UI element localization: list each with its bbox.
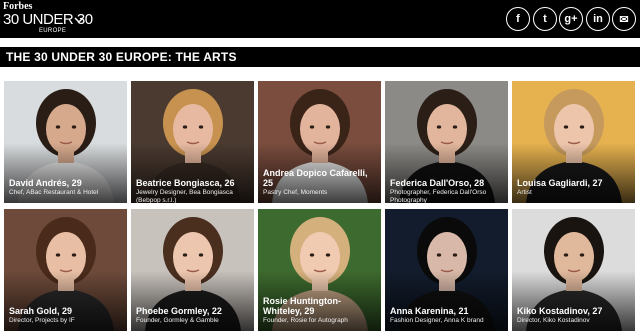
person-name[interactable]: Andrea Dopico Cafarelli, 25 bbox=[263, 168, 379, 188]
email-icon[interactable]: ✉ bbox=[612, 7, 636, 31]
section-header: THE 30 UNDER 30 EUROPE: THE ARTS bbox=[0, 47, 640, 67]
person-role: Fashion Designer, Anna K brand bbox=[390, 317, 484, 324]
person-name[interactable]: Federica Dall'Orso, 28 bbox=[390, 178, 506, 188]
person-role: Photographer, Federica Dall'Orso Photogr… bbox=[390, 189, 487, 203]
person-card[interactable]: Anna Karenina, 21 Fashion Designer, Anna … bbox=[385, 209, 508, 331]
google-plus-icon[interactable]: g+ bbox=[559, 7, 583, 31]
facebook-icon[interactable]: f bbox=[506, 7, 530, 31]
person-role: Pastry Chef, Moments bbox=[263, 189, 328, 196]
person-card[interactable]: Sarah Gold, 29 Director, Projects by IF bbox=[4, 209, 127, 331]
person-role: Founder, Rosie for Autograph bbox=[263, 317, 348, 324]
person-name[interactable]: Beatrice Bongiasca, 26 bbox=[136, 178, 252, 188]
person-name[interactable]: David Andrés, 29 bbox=[9, 178, 125, 188]
chevron-down-icon[interactable] bbox=[74, 15, 84, 25]
person-role: Director, Kiko Kostadinov bbox=[517, 317, 590, 324]
person-name[interactable]: Rosie Huntington-Whiteley, 29 bbox=[263, 296, 379, 316]
person-card[interactable]: Andrea Dopico Cafarelli, 25 Pastry Chef, … bbox=[258, 81, 381, 203]
section-title: THE 30 UNDER 30 EUROPE: THE ARTS bbox=[6, 50, 237, 64]
top-bar: Forbes 30 UNDER 30 EUROPE f t g+ in ✉ bbox=[0, 0, 640, 38]
person-role: Director, Projects by IF bbox=[9, 317, 75, 324]
person-card[interactable]: David Andrés, 29 Chef, ABac Restaurant & … bbox=[4, 81, 127, 203]
person-card[interactable]: Rosie Huntington-Whiteley, 29 Founder, Ro… bbox=[258, 209, 381, 331]
person-card[interactable]: Federica Dall'Orso, 28 Photographer, Fede… bbox=[385, 81, 508, 203]
person-role: Jewelry Designer, Bea Bongiasca (Bebpop … bbox=[136, 189, 233, 203]
person-card[interactable]: Beatrice Bongiasca, 26 Jewelry Designer, … bbox=[131, 81, 254, 203]
logo-region: EUROPE bbox=[39, 28, 67, 34]
person-name[interactable]: Anna Karenina, 21 bbox=[390, 306, 506, 316]
person-role: Chef, ABac Restaurant & Hotel bbox=[9, 189, 99, 196]
person-card[interactable]: Phoebe Gormley, 22 Founder, Gormley & Gam… bbox=[131, 209, 254, 331]
person-role: Artist bbox=[517, 189, 532, 196]
person-name[interactable]: Kiko Kostadinov, 27 bbox=[517, 306, 633, 316]
person-card[interactable]: Kiko Kostadinov, 27 Director, Kiko Kostad… bbox=[512, 209, 635, 331]
person-name[interactable]: Louisa Gagliardi, 27 bbox=[517, 178, 633, 188]
twitter-icon[interactable]: t bbox=[533, 7, 557, 31]
person-card[interactable]: Louisa Gagliardi, 27 Artist bbox=[512, 81, 635, 203]
person-role: Founder, Gormley & Gamble bbox=[136, 317, 219, 324]
linkedin-icon[interactable]: in bbox=[586, 7, 610, 31]
person-name[interactable]: Phoebe Gormley, 22 bbox=[136, 306, 252, 316]
person-name[interactable]: Sarah Gold, 29 bbox=[9, 306, 125, 316]
forbes-30-under-30-logo[interactable]: Forbes 30 UNDER 30 EUROPE bbox=[3, 2, 93, 36]
